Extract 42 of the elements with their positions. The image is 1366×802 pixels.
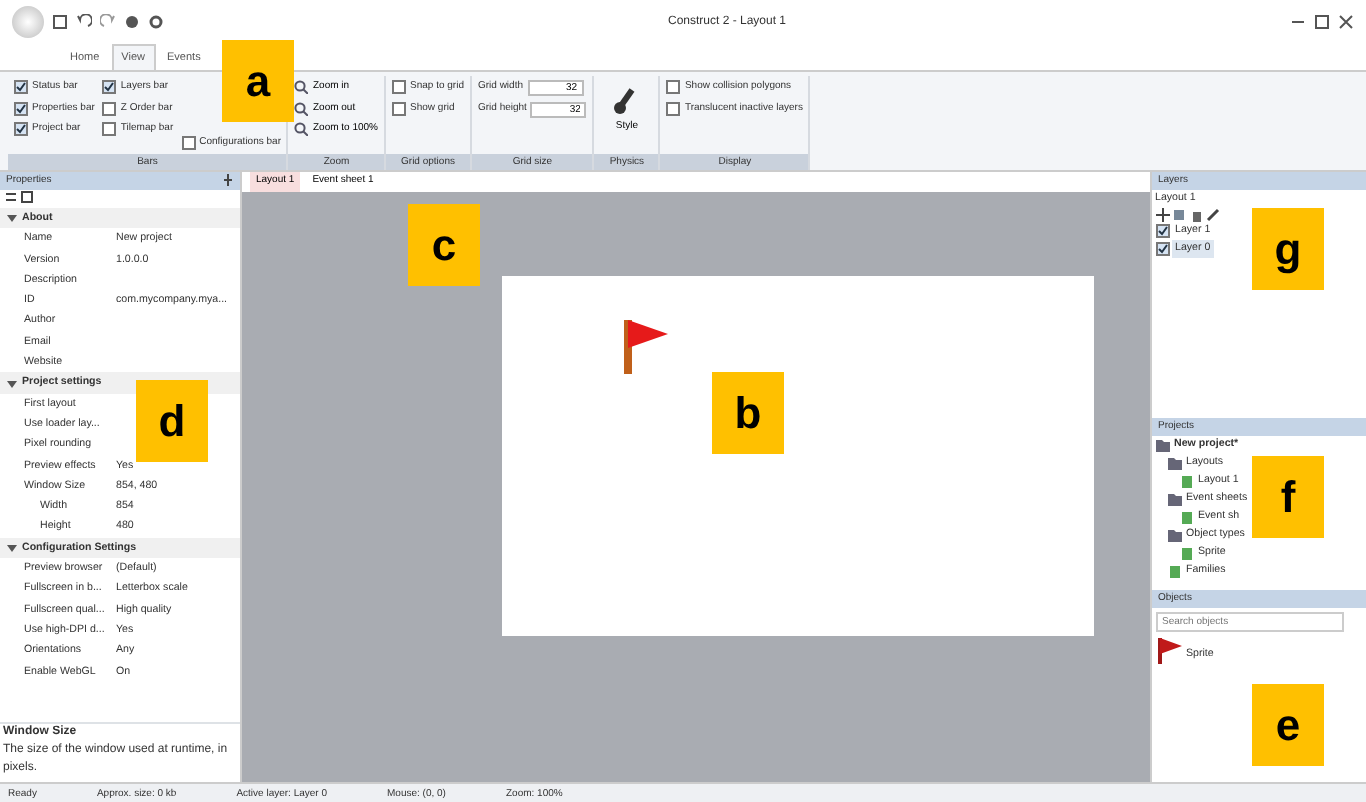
visibility-checkbox[interactable] <box>1155 242 1169 256</box>
checkbox[interactable] <box>666 101 681 116</box>
checkbox[interactable] <box>14 122 28 137</box>
flag-sprite[interactable] <box>622 316 670 376</box>
zoom-icon <box>294 80 309 95</box>
annotation-label: f <box>1252 456 1324 538</box>
annotation-label: a <box>222 40 294 122</box>
collapse-icon[interactable] <box>6 212 18 225</box>
save-icon[interactable] <box>52 14 68 30</box>
zoom-icon <box>294 101 309 116</box>
checkbox[interactable] <box>392 80 407 95</box>
checkbox[interactable] <box>666 80 681 95</box>
checkbox[interactable] <box>14 80 28 95</box>
folder-icon <box>1168 493 1182 505</box>
redo-icon[interactable] <box>100 14 116 30</box>
maximize-icon[interactable] <box>1314 14 1330 30</box>
checkbox[interactable] <box>181 135 196 150</box>
checkbox[interactable] <box>102 101 117 116</box>
undo-icon[interactable] <box>76 14 92 30</box>
flag-icon <box>1155 636 1183 664</box>
collapse-icon[interactable] <box>6 541 18 554</box>
zoom-icon <box>294 122 309 137</box>
file-icon <box>1180 511 1194 523</box>
checkbox[interactable] <box>392 101 407 116</box>
annotation-label: g <box>1252 208 1324 290</box>
sort-icon[interactable] <box>3 190 17 204</box>
annotation-label: c <box>408 204 480 286</box>
checkbox[interactable] <box>102 122 117 137</box>
categorize-icon[interactable] <box>20 190 34 204</box>
visibility-checkbox[interactable] <box>1155 224 1169 238</box>
annotation-label: b <box>712 372 784 454</box>
checkbox[interactable] <box>102 80 117 95</box>
annotation-label: d <box>136 380 208 462</box>
close-icon[interactable] <box>1338 14 1354 30</box>
file-icon <box>1180 475 1194 487</box>
annotation-label: e <box>1252 684 1324 766</box>
pencil-icon[interactable] <box>1206 208 1220 222</box>
folder-icon <box>1168 529 1182 541</box>
pin-icon[interactable] <box>222 172 234 188</box>
add-icon[interactable] <box>1155 208 1169 222</box>
collapse-icon[interactable] <box>6 377 18 390</box>
checkbox[interactable] <box>14 101 28 116</box>
